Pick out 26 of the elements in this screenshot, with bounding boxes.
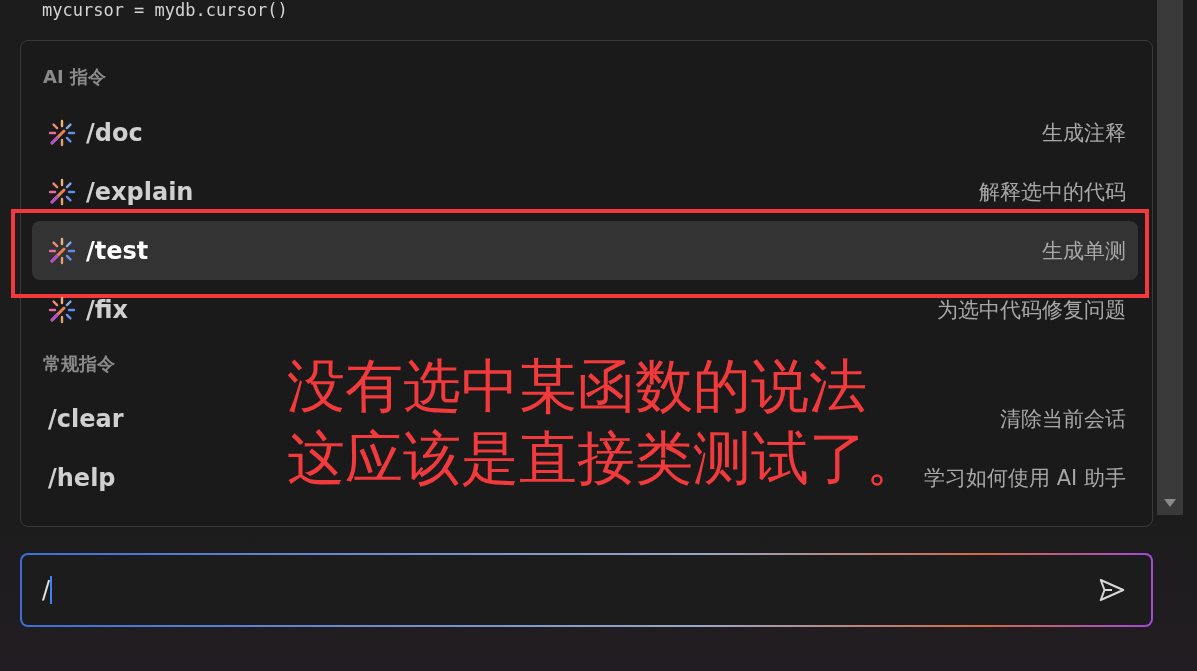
code-line: mycursor = mydb.cursor() [41, 0, 288, 22]
command-item[interactable]: /clear [48, 404, 124, 433]
command-item[interactable]: /doc [86, 118, 143, 147]
command-description: 生成注释 [1042, 119, 1126, 147]
command-description: 解释选中的代码 [979, 178, 1126, 206]
sparkle-icon [48, 118, 76, 147]
command-description: 为选中代码修复问题 [937, 296, 1126, 324]
down-arrow-icon[interactable] [1164, 499, 1176, 507]
command-description: 学习如何使用 AI 助手 [924, 464, 1126, 492]
annotation-text: 这应该是直接类测试了 [287, 423, 867, 494]
text-cursor [50, 576, 52, 604]
command-item[interactable]: /test [86, 236, 149, 265]
annotation-text: 没有选中某函数的说法 [287, 351, 867, 422]
command-item[interactable]: /fix [86, 295, 129, 324]
command-item[interactable]: /explain [86, 177, 194, 206]
command-description: 生成单测 [1042, 237, 1126, 265]
command-description: 清除当前会话 [1000, 405, 1126, 433]
sparkle-icon [48, 236, 76, 265]
annotation-dot-icon [871, 474, 883, 486]
scrollbar[interactable] [1157, 0, 1183, 515]
section-title: AI 指令 [43, 65, 106, 89]
chat-input-field[interactable]: / [20, 553, 1153, 627]
sparkle-icon [48, 177, 76, 206]
section-title: 常规指令 [43, 352, 115, 376]
command-item[interactable]: /help [48, 463, 116, 492]
sparkle-icon [48, 295, 76, 324]
